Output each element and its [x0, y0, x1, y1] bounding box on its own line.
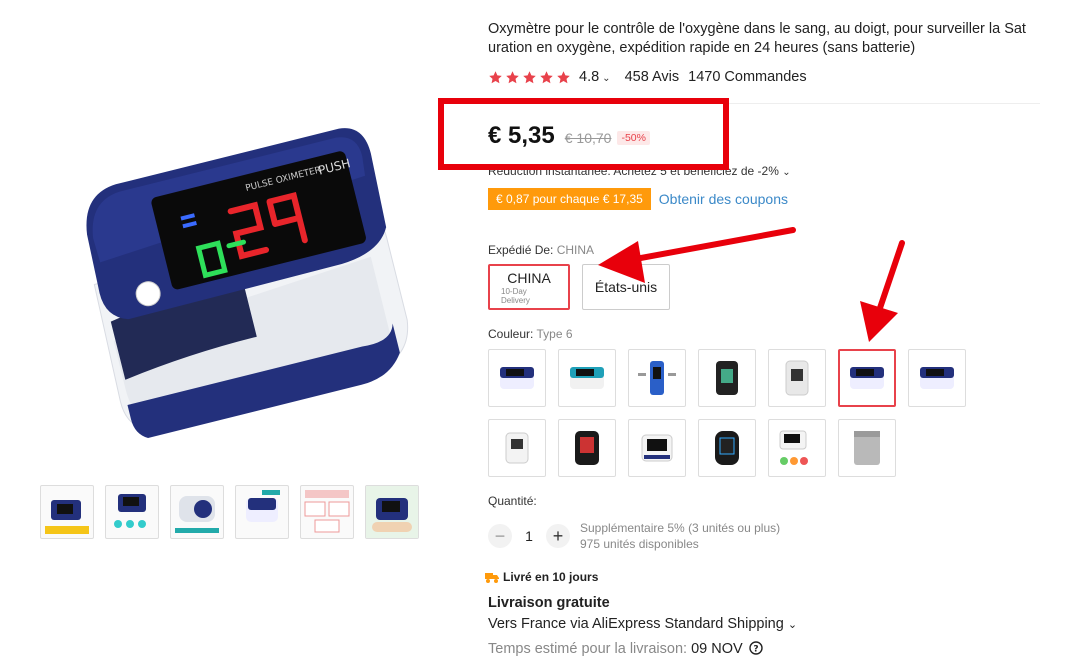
instant-reduction-text: Réduction instantanée: Achetez 5 et béné… [488, 164, 779, 178]
truck-icon [485, 573, 499, 583]
current-price: € 5,35 [488, 122, 555, 149]
thumbnail[interactable] [300, 485, 354, 539]
coupon-row: € 0,87 pour chaque € 17,35 Obtenir des c… [488, 188, 788, 210]
svg-text:?: ? [753, 645, 758, 655]
ship-option-sub: 10-Day Delivery [501, 286, 530, 305]
help-icon[interactable]: ? [749, 641, 763, 655]
thumbnail[interactable] [105, 485, 159, 539]
plus-icon[interactable]: + [546, 524, 570, 548]
color-swatch[interactable] [698, 419, 756, 477]
arrow-icon [860, 240, 905, 342]
eta-label: Temps estimé pour la livraison: [488, 641, 688, 657]
thumbnail[interactable] [365, 485, 419, 539]
ships-from-selected: CHINA [556, 243, 595, 257]
eta-value: 09 NOV [691, 641, 743, 657]
color-swatch[interactable] [628, 419, 686, 477]
chevron-down-icon: ⌄ [602, 73, 611, 84]
reviews-link[interactable]: 458 Avis [625, 69, 680, 85]
delivery-badge-text: Livré en 10 jours [503, 570, 599, 584]
color-swatch[interactable] [488, 349, 546, 407]
instant-reduction[interactable]: Réduction instantanée: Achetez 5 et béné… [488, 164, 791, 178]
color-label-text: Couleur: [488, 327, 534, 341]
ship-from-us-button[interactable]: États-unis [582, 264, 670, 310]
coupon-badge: € 0,87 pour chaque € 17,35 [488, 188, 651, 210]
thumbnail[interactable] [170, 485, 224, 539]
thumbnail[interactable] [235, 485, 289, 539]
color-swatch[interactable] [558, 349, 616, 407]
original-price: € 10,70 [564, 130, 612, 146]
color-swatch[interactable] [768, 349, 826, 407]
color-options [488, 349, 966, 477]
orders-count: 1470 Commandes [688, 69, 807, 85]
rating-value: 4.8 [579, 69, 600, 85]
product-title: Oxymètre pour le contrôle de l'oxygène d… [488, 21, 1026, 56]
ship-option-label: États-unis [594, 279, 658, 295]
quantity-info: Supplémentaire 5% (3 unités ou plus) 975… [580, 520, 780, 552]
quantity-stepper: − 1 + Supplémentaire 5% (3 unités ou plu… [488, 520, 780, 552]
estimated-delivery: Temps estimé pour la livraison: 09 NOV ? [488, 641, 763, 657]
color-swatch[interactable] [488, 419, 546, 477]
shipping-method-dropdown[interactable]: Vers France via AliExpress Standard Ship… [488, 616, 797, 632]
color-swatch-selected[interactable] [838, 349, 896, 407]
star-icon [557, 70, 570, 83]
discount-badge: -50% [617, 131, 650, 145]
thumbnail[interactable] [40, 485, 94, 539]
rating-row: 4.8 ⌄ 458 Avis 1470 Commandes [488, 69, 807, 85]
star-icon [489, 70, 502, 83]
rating-stars [488, 70, 571, 85]
color-swatch[interactable] [768, 419, 826, 477]
color-swatch[interactable] [838, 419, 896, 477]
chevron-down-icon: ⌄ [787, 619, 798, 631]
shipping-method-text: Vers France via AliExpress Standard Ship… [488, 616, 784, 632]
get-coupons-link[interactable]: Obtenir des coupons [659, 191, 788, 207]
quantity-input[interactable]: 1 [512, 528, 546, 544]
color-swatch[interactable] [908, 349, 966, 407]
star-icon [523, 70, 536, 83]
ships-from-options: CHINA 10-Day Delivery États-unis [488, 264, 670, 310]
thumbnail-strip [40, 485, 419, 539]
star-icon [540, 70, 553, 83]
color-swatch[interactable] [558, 419, 616, 477]
color-label: Couleur: Type 6 [488, 327, 573, 341]
free-shipping-label: Livraison gratuite [488, 595, 610, 611]
quantity-available: 975 unités disponibles [580, 537, 699, 551]
price-block: € 5,35 € 10,70 -50% [488, 122, 650, 150]
color-selected: Type 6 [536, 327, 573, 341]
quantity-label: Quantité: [488, 494, 537, 508]
ships-from-label-text: Expédié De: [488, 243, 554, 257]
ship-from-china-button[interactable]: CHINA 10-Day Delivery [488, 264, 570, 310]
rating-dropdown[interactable]: 4.8 ⌄ [579, 69, 611, 85]
delivery-badge: Livré en 10 jours [484, 570, 598, 584]
color-swatch[interactable] [698, 349, 756, 407]
chevron-down-icon: ⌄ [782, 167, 791, 178]
minus-icon[interactable]: − [488, 524, 512, 548]
ship-option-label: CHINA [507, 269, 551, 286]
color-swatch[interactable] [628, 349, 686, 407]
divider [488, 103, 1040, 104]
main-product-image[interactable]: PULSE OXIMETER PUSH [40, 40, 430, 440]
quantity-extra-discount: Supplémentaire 5% (3 unités ou plus) [580, 521, 781, 535]
ships-from-label: Expédié De: CHINA [488, 243, 594, 257]
star-icon [506, 70, 519, 83]
